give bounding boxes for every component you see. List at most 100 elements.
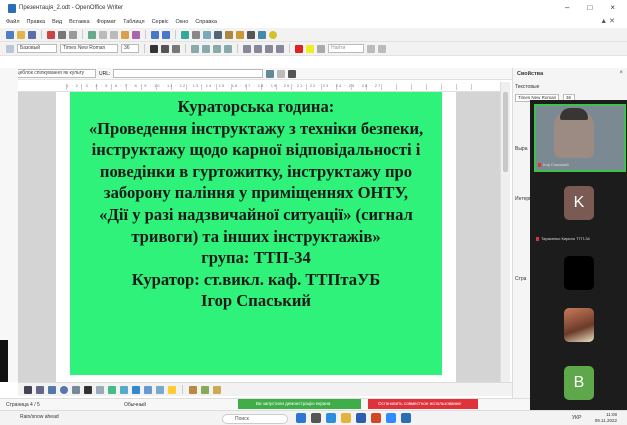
minimize-button[interactable]: – xyxy=(565,3,569,12)
select-arrow-icon[interactable] xyxy=(24,385,32,394)
rectangle-icon[interactable] xyxy=(48,385,56,394)
participant-tile[interactable]: Ігор Спаський xyxy=(534,104,626,172)
increase-indent-icon[interactable] xyxy=(276,44,284,53)
find-previous-icon[interactable] xyxy=(378,44,386,53)
vertical-scrollbar[interactable] xyxy=(500,82,510,382)
url-input[interactable] xyxy=(113,69,264,78)
menu-insert[interactable]: Вставка xyxy=(69,19,89,25)
weather-widget[interactable]: Rain/snow ahead xyxy=(20,414,59,420)
callouts-icon[interactable] xyxy=(156,385,164,394)
font-color-icon[interactable] xyxy=(295,44,303,53)
align-center-icon[interactable] xyxy=(202,44,210,53)
flowchart-icon[interactable] xyxy=(144,385,152,394)
justify-icon[interactable] xyxy=(224,44,232,53)
print-icon[interactable] xyxy=(58,30,66,39)
basic-shapes-icon[interactable] xyxy=(108,385,116,394)
participant-tile[interactable]: K Тарасенко Кирило ТТП-34 xyxy=(534,176,626,244)
clock[interactable]: 11:08 09.11.2022 xyxy=(595,412,617,424)
callout-icon[interactable] xyxy=(96,385,104,394)
powerpoint-icon[interactable] xyxy=(371,413,381,423)
find-next-icon[interactable] xyxy=(367,44,375,53)
spellcheck-icon[interactable] xyxy=(88,30,96,39)
sidebar-section-page[interactable]: Стра xyxy=(515,276,526,282)
zoom-icon[interactable] xyxy=(258,30,266,39)
stop-share-button[interactable]: Остановить совместное использование xyxy=(368,399,478,409)
menu-window[interactable]: Окно xyxy=(176,19,189,25)
hyperlink-icon[interactable] xyxy=(181,30,189,39)
save-icon[interactable] xyxy=(28,30,36,39)
fontwork-icon[interactable] xyxy=(189,385,197,394)
align-right-icon[interactable] xyxy=(213,44,221,53)
menu-view[interactable]: Вид xyxy=(52,19,62,25)
sidebar-close-icon[interactable]: × xyxy=(619,70,623,76)
close-button[interactable]: × xyxy=(610,3,615,12)
menu-edit[interactable]: Правка xyxy=(27,19,46,25)
find-input[interactable]: Найти xyxy=(328,44,364,53)
sidebar-section-align[interactable]: Выра xyxy=(515,146,528,152)
green-text-frame[interactable]: Кураторська година: «Проведення інструкт… xyxy=(70,92,442,375)
help-icon[interactable] xyxy=(269,30,277,39)
scrollbar-thumb[interactable] xyxy=(503,92,508,172)
new-document-icon[interactable] xyxy=(6,30,14,39)
explorer-icon[interactable] xyxy=(341,413,351,423)
styles-icon[interactable] xyxy=(6,44,14,53)
gallery-icon[interactable] xyxy=(236,30,244,39)
find-replace-icon[interactable] xyxy=(214,30,222,39)
dropdown-icon[interactable] xyxy=(277,69,286,78)
align-left-icon[interactable] xyxy=(191,44,199,53)
copy-icon[interactable] xyxy=(110,30,118,39)
underline-icon[interactable] xyxy=(172,44,180,53)
menu-help[interactable]: Справка xyxy=(195,19,217,25)
export-pdf-icon[interactable] xyxy=(47,30,55,39)
hyperlink-text-input[interactable]: Місцеблок спілкування як культу xyxy=(6,69,96,78)
globe-icon[interactable] xyxy=(266,69,275,78)
extrusion-icon[interactable] xyxy=(213,385,221,394)
bullets-icon[interactable] xyxy=(254,44,262,53)
open-icon[interactable] xyxy=(17,30,25,39)
navigator-icon[interactable] xyxy=(225,30,233,39)
nonprinting-chars-icon[interactable] xyxy=(247,30,255,39)
menu-table[interactable]: Таблиця xyxy=(123,19,144,25)
cut-icon[interactable] xyxy=(99,30,107,39)
word-icon[interactable] xyxy=(356,413,366,423)
freeform-icon[interactable] xyxy=(72,385,80,394)
sidebar-section-text[interactable]: Текстовые xyxy=(515,84,539,90)
start-icon[interactable] xyxy=(296,413,306,423)
table-icon[interactable] xyxy=(192,30,200,39)
horizontal-ruler[interactable]: 1 · 2 · 3 · 4 · 5 · 6 · 7 · 8 · 9 · 10 ·… xyxy=(18,82,510,92)
menu-file[interactable]: Файл xyxy=(6,19,20,25)
undo-icon[interactable] xyxy=(151,30,159,39)
from-file-icon[interactable] xyxy=(201,385,209,394)
line-icon[interactable] xyxy=(36,385,44,394)
symbol-shapes-icon[interactable] xyxy=(120,385,128,394)
text-icon[interactable] xyxy=(84,385,92,394)
bold-icon[interactable] xyxy=(150,44,158,53)
edge-icon[interactable] xyxy=(326,413,336,423)
participant-tile[interactable]: B xyxy=(534,356,626,410)
font-name-select[interactable]: Times New Roman xyxy=(60,44,118,53)
show-draw-functions-icon[interactable] xyxy=(203,30,211,39)
anchor-icon[interactable] xyxy=(288,69,297,78)
openoffice-icon[interactable] xyxy=(401,413,411,423)
paste-icon[interactable] xyxy=(121,30,129,39)
menu-tools[interactable]: Сервіс xyxy=(152,19,169,25)
clone-format-icon[interactable] xyxy=(132,30,140,39)
font-size-select[interactable]: 36 xyxy=(121,44,139,53)
stars-icon[interactable] xyxy=(168,385,176,394)
maximize-button[interactable]: □ xyxy=(587,3,592,12)
print-preview-icon[interactable] xyxy=(69,30,77,39)
redo-icon[interactable] xyxy=(162,30,170,39)
language-indicator[interactable]: УКР xyxy=(572,415,581,421)
decrease-indent-icon[interactable] xyxy=(265,44,273,53)
background-color-icon[interactable] xyxy=(317,44,325,53)
numbering-icon[interactable] xyxy=(243,44,251,53)
menu-format[interactable]: Формат xyxy=(97,19,117,25)
block-arrows-icon[interactable] xyxy=(132,385,140,394)
paragraph-style-select[interactable]: Базовый xyxy=(17,44,57,53)
highlight-icon[interactable] xyxy=(306,44,314,53)
taskbar-search[interactable]: Поиск xyxy=(222,414,288,424)
task-view-icon[interactable] xyxy=(311,413,321,423)
ellipse-icon[interactable] xyxy=(60,385,68,394)
italic-icon[interactable] xyxy=(161,44,169,53)
zoom-icon[interactable] xyxy=(386,413,396,423)
